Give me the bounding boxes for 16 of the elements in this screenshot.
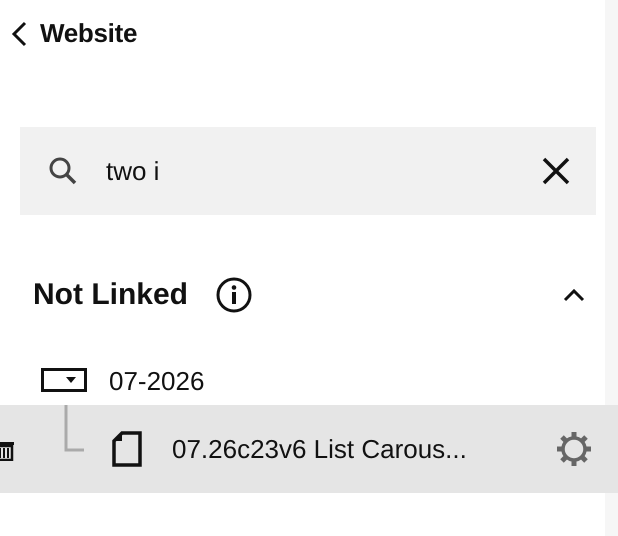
section-title: Not Linked [33, 278, 188, 312]
search-icon [48, 156, 78, 186]
collapse-button[interactable] [563, 288, 585, 302]
search-field[interactable]: two i [106, 156, 514, 186]
back-button[interactable]: Website [10, 18, 138, 49]
folder-name[interactable]: 07-2026 [109, 366, 204, 396]
chevron-up-icon [563, 288, 585, 302]
chevron-left-icon [10, 20, 28, 46]
page-icon [112, 431, 142, 467]
info-icon[interactable] [216, 277, 252, 313]
close-icon [542, 157, 570, 185]
gear-icon[interactable] [555, 430, 593, 468]
tree-connector [64, 405, 84, 453]
clear-button[interactable] [542, 157, 570, 185]
page-row[interactable]: 07.26c23v6 List Carous... [0, 405, 618, 493]
folder-icon[interactable] [41, 368, 87, 394]
